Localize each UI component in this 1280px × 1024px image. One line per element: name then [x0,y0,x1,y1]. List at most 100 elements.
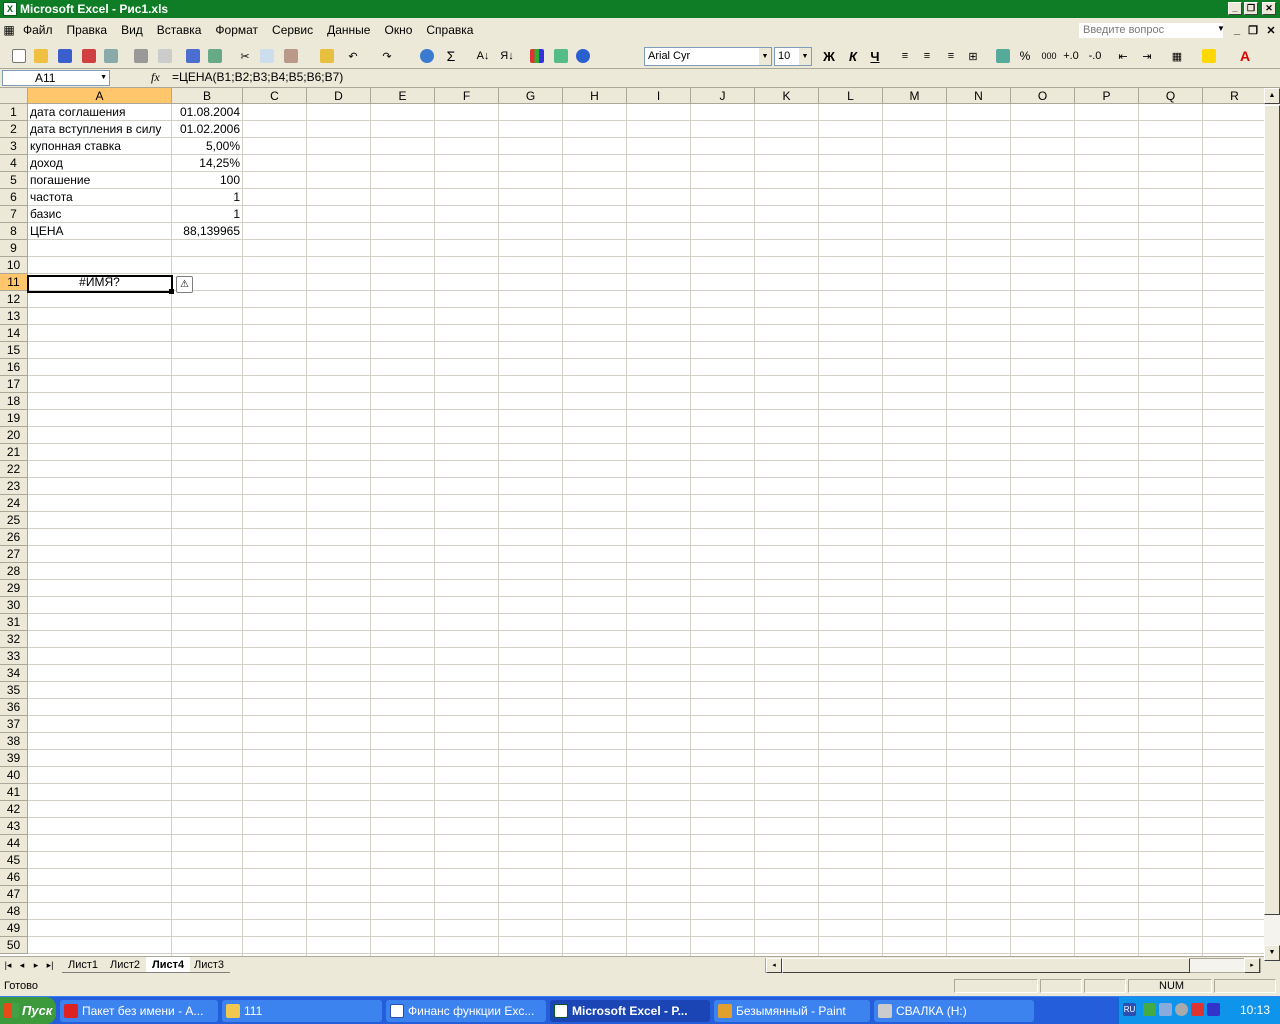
row-header-29[interactable]: 29 [0,580,28,597]
taskbar-item-excel[interactable]: Microsoft Excel - Р... [550,1000,710,1022]
cell-b1[interactable]: 01.08.2004 [172,104,242,121]
sort-ascending-icon[interactable]: A↓ [474,47,492,65]
row-header-34[interactable]: 34 [0,665,28,682]
row-header-7[interactable]: 7 [0,206,28,223]
cell-a8[interactable]: ЦЕНА [28,223,171,240]
cell-a1[interactable]: дата соглашения [28,104,171,121]
cell-b2[interactable]: 01.02.2006 [172,121,242,138]
email-icon[interactable] [102,47,120,65]
help-icon[interactable] [574,47,592,65]
cell-b3[interactable]: 5,00% [172,138,242,155]
row-header-49[interactable]: 49 [0,920,28,937]
horizontal-scrollbar[interactable]: ◂ ▸ [765,958,1261,973]
formula-input[interactable]: =ЦЕНА(B1;B2;B3;B4;B5;B6;B7) [172,70,343,85]
cell-a2[interactable]: дата вступления в силу [28,121,174,138]
row-header-4[interactable]: 4 [0,155,28,172]
row-header-24[interactable]: 24 [0,495,28,512]
paste-icon[interactable] [282,47,300,65]
redo-icon[interactable]: ↷ [378,47,396,65]
first-sheet-button[interactable]: |◂ [2,960,14,971]
restore-button[interactable]: ❐ [1244,2,1258,15]
column-header-i[interactable]: I [627,88,691,104]
horizontal-scroll-thumb[interactable] [782,958,1190,973]
row-header-30[interactable]: 30 [0,597,28,614]
borders-icon[interactable]: ▦ [1168,47,1186,65]
format-painter-icon[interactable] [318,47,336,65]
row-header-5[interactable]: 5 [0,172,28,189]
scroll-up-button[interactable]: ▲ [1264,88,1280,104]
row-header-48[interactable]: 48 [0,903,28,920]
column-header-r[interactable]: R [1203,88,1264,104]
sheet-tab-list4[interactable]: Лист4 [146,957,191,973]
error-smart-tag-icon[interactable]: ⚠ [176,276,193,293]
row-header-27[interactable]: 27 [0,546,28,563]
row-header-46[interactable]: 46 [0,869,28,886]
row-header-12[interactable]: 12 [0,291,28,308]
menu-file[interactable]: Файл [16,20,60,40]
taskbar-item-folder[interactable]: 111 [222,1000,382,1022]
last-sheet-button[interactable]: ▸| [44,960,56,971]
column-header-q[interactable]: Q [1139,88,1203,104]
row-header-25[interactable]: 25 [0,512,28,529]
tray-antivirus-icon[interactable] [1191,1003,1204,1016]
italic-button[interactable]: К [844,47,862,65]
currency-icon[interactable] [994,47,1012,65]
increase-indent-icon[interactable]: ⇥ [1138,47,1156,65]
vertical-scrollbar[interactable]: ▲ ▼ [1264,88,1280,961]
row-header-8[interactable]: 8 [0,223,28,240]
font-size-field[interactable]: 10 ▼ [774,47,812,66]
hyperlink-icon[interactable] [418,47,436,65]
language-icon[interactable]: RU [1123,1003,1136,1016]
cell-b6[interactable]: 1 [172,189,242,206]
row-header-11[interactable]: 11 [0,274,28,291]
cell-a7[interactable]: базис [28,206,171,223]
align-center-icon[interactable]: ≡ [918,47,936,65]
autosum-icon[interactable]: Σ [442,47,460,65]
align-right-icon[interactable]: ≡ [942,47,960,65]
start-button[interactable]: Пуск [0,997,56,1024]
help-dropdown-icon[interactable]: ▼ [1214,24,1228,33]
cell-a4[interactable]: доход [28,155,171,172]
workbook-icon[interactable]: ▦ [2,21,16,39]
row-header-3[interactable]: 3 [0,138,28,155]
tray-app-icon[interactable] [1207,1003,1220,1016]
row-header-28[interactable]: 28 [0,563,28,580]
row-header-22[interactable]: 22 [0,461,28,478]
prev-sheet-button[interactable]: ◂ [16,960,28,971]
column-header-o[interactable]: O [1011,88,1075,104]
row-header-40[interactable]: 40 [0,767,28,784]
row-header-10[interactable]: 10 [0,257,28,274]
taskbar-item-paint[interactable]: Безымянный - Paint [714,1000,870,1022]
next-sheet-button[interactable]: ▸ [30,960,42,971]
column-header-c[interactable]: C [243,88,307,104]
help-question-box[interactable]: Введите вопрос [1078,22,1224,39]
cell-b4[interactable]: 14,25% [172,155,242,172]
menu-window[interactable]: Окно [377,20,419,40]
row-header-16[interactable]: 16 [0,359,28,376]
permission-icon[interactable] [80,47,98,65]
column-header-p[interactable]: P [1075,88,1139,104]
scroll-left-button[interactable]: ◂ [766,958,782,973]
scroll-right-button[interactable]: ▸ [1244,958,1260,973]
sheet-tab-list2[interactable]: Лист2 [104,957,147,973]
undo-icon[interactable]: ↶ [344,47,362,65]
thousands-button[interactable]: 000 [1038,47,1060,65]
column-header-j[interactable]: J [691,88,755,104]
row-header-43[interactable]: 43 [0,818,28,835]
row-header-42[interactable]: 42 [0,801,28,818]
column-header-n[interactable]: N [947,88,1011,104]
row-header-45[interactable]: 45 [0,852,28,869]
row-header-20[interactable]: 20 [0,427,28,444]
column-header-g[interactable]: G [499,88,563,104]
close-button[interactable]: ✕ [1262,2,1276,15]
taskbar-item-opera[interactable]: Пакет без имени - А... [60,1000,218,1022]
font-color-icon[interactable]: A [1236,47,1254,65]
menu-data[interactable]: Данные [320,20,377,40]
menu-view[interactable]: Вид [114,20,150,40]
decrease-indent-icon[interactable]: ⇤ [1114,47,1132,65]
menu-insert[interactable]: Вставка [150,20,209,40]
row-header-19[interactable]: 19 [0,410,28,427]
row-header-32[interactable]: 32 [0,631,28,648]
cell-b7[interactable]: 1 [172,206,242,223]
minimize-button[interactable]: _ [1228,2,1242,15]
